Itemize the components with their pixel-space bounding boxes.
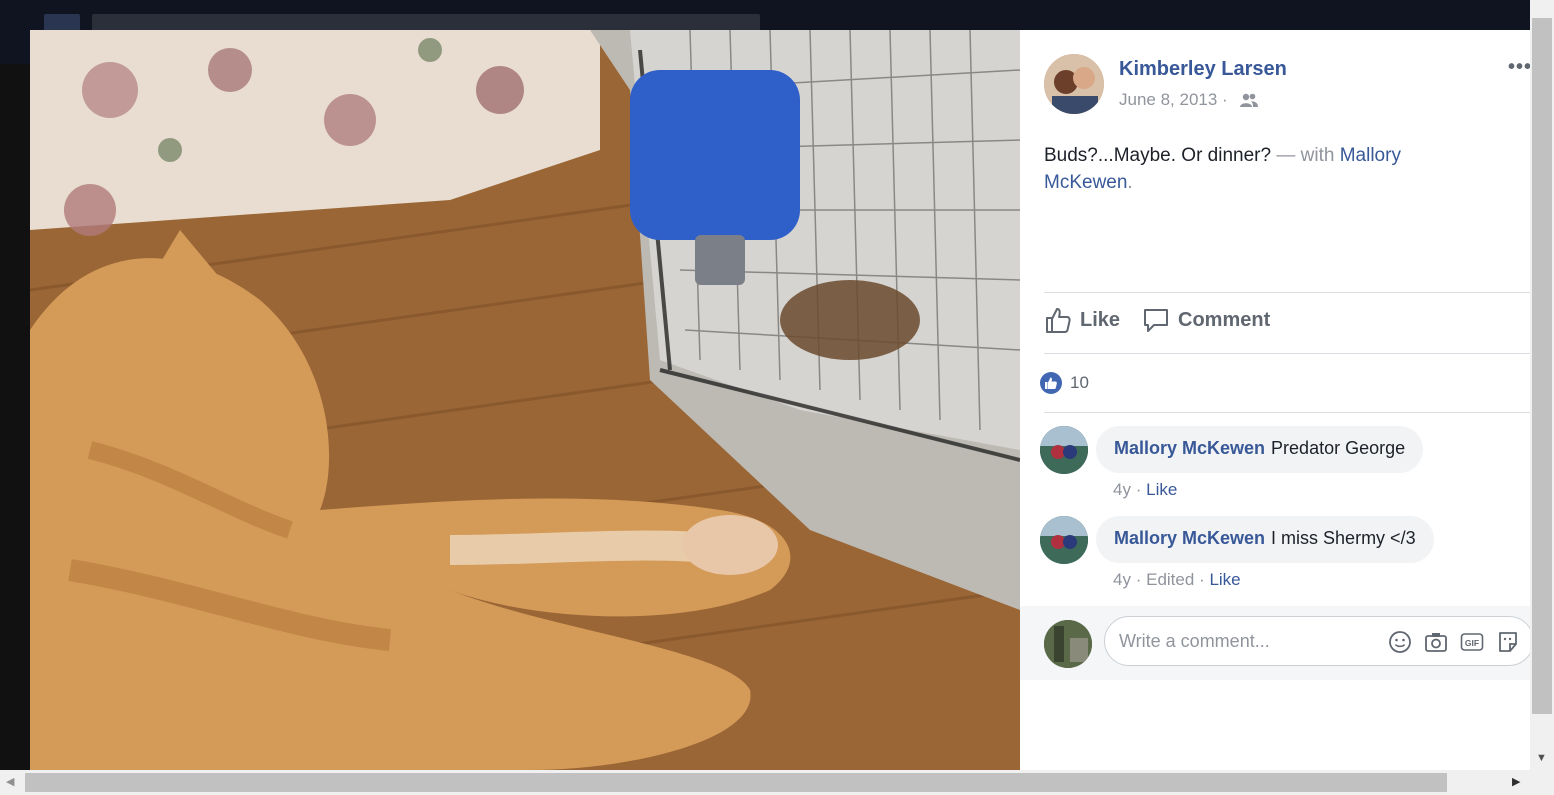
comment-meta: 4y · Edited · Like: [1113, 570, 1241, 590]
comment-text: I miss Shermy </3: [1271, 528, 1416, 548]
comment-button[interactable]: Comment: [1142, 306, 1270, 334]
like-button[interactable]: Like: [1044, 306, 1120, 334]
sticker-icon[interactable]: [1496, 630, 1520, 654]
meta-separator: ·: [1135, 480, 1142, 499]
thumbs-up-icon: [1046, 308, 1071, 333]
commenter-avatar[interactable]: [1040, 516, 1088, 564]
comment-bubble: Mallory McKewen Predator George: [1096, 426, 1424, 473]
scroll-down-arrow-icon[interactable]: ▼: [1536, 752, 1547, 764]
gif-icon[interactable]: GIF: [1460, 630, 1484, 654]
horizontal-scroll-thumb[interactable]: [25, 773, 1447, 792]
camera-icon[interactable]: [1424, 630, 1448, 654]
comment-label: Comment: [1178, 308, 1271, 331]
comment-bubble: Mallory McKewen I miss Shermy </3: [1096, 516, 1434, 563]
with-label: — with: [1276, 145, 1335, 166]
background-left: [0, 64, 30, 770]
like-count: 10: [1070, 373, 1089, 392]
comment-meta: 4y · Like: [1113, 480, 1177, 500]
comment-like-link[interactable]: Like: [1146, 480, 1177, 499]
comment-edited-label[interactable]: Edited: [1146, 570, 1194, 589]
scroll-left-arrow-icon[interactable]: ◀: [6, 775, 14, 788]
divider: [1044, 353, 1530, 354]
gif-label: GIF: [1465, 638, 1479, 648]
meta-separator: ·: [1199, 570, 1205, 589]
post-date-line: June 8, 2013 ·: [1119, 90, 1228, 110]
post-text: Buds?...Maybe. Or dinner? — with Mallory…: [1044, 142, 1484, 196]
meta-separator: ·: [1135, 570, 1142, 589]
scroll-right-arrow-icon[interactable]: ▶: [1512, 775, 1520, 788]
comment-icon: [1144, 309, 1168, 332]
post-body: Buds?...Maybe. Or dinner?: [1044, 145, 1272, 166]
photo-illustration: [30, 30, 1020, 770]
divider: [1044, 412, 1530, 413]
friends-icon[interactable]: [1239, 92, 1259, 108]
emoji-icon[interactable]: [1388, 630, 1412, 654]
post-action-bar: Like Comment: [1044, 294, 1530, 354]
more-options-button[interactable]: •••: [1508, 56, 1530, 79]
comment-text: Predator George: [1271, 438, 1406, 458]
tagged-suffix: .: [1127, 172, 1133, 193]
post-photo[interactable]: [30, 30, 1020, 770]
post-date[interactable]: June 8, 2013: [1119, 90, 1217, 109]
comment-time[interactable]: 4y: [1113, 480, 1131, 499]
commenter-name[interactable]: Mallory McKewen: [1114, 528, 1265, 548]
vertical-scroll-thumb[interactable]: [1532, 18, 1552, 714]
divider: [1044, 292, 1530, 293]
author-name[interactable]: Kimberley Larsen: [1119, 58, 1287, 81]
commenter-avatar[interactable]: [1040, 426, 1088, 474]
like-label: Like: [1080, 308, 1121, 331]
current-user-avatar: [1044, 620, 1092, 668]
like-reaction-icon: [1040, 372, 1062, 394]
author-avatar[interactable]: [1044, 54, 1104, 114]
date-separator: ·: [1222, 90, 1228, 109]
comment-composer: GIF: [1020, 606, 1530, 680]
comment-like-link[interactable]: Like: [1209, 570, 1240, 589]
reactions-summary[interactable]: 10: [1040, 372, 1089, 394]
commenter-name[interactable]: Mallory McKewen: [1114, 438, 1265, 458]
post-side-panel: Kimberley Larsen June 8, 2013 · ••• Buds…: [1020, 30, 1530, 770]
comment-time[interactable]: 4y: [1113, 570, 1131, 589]
